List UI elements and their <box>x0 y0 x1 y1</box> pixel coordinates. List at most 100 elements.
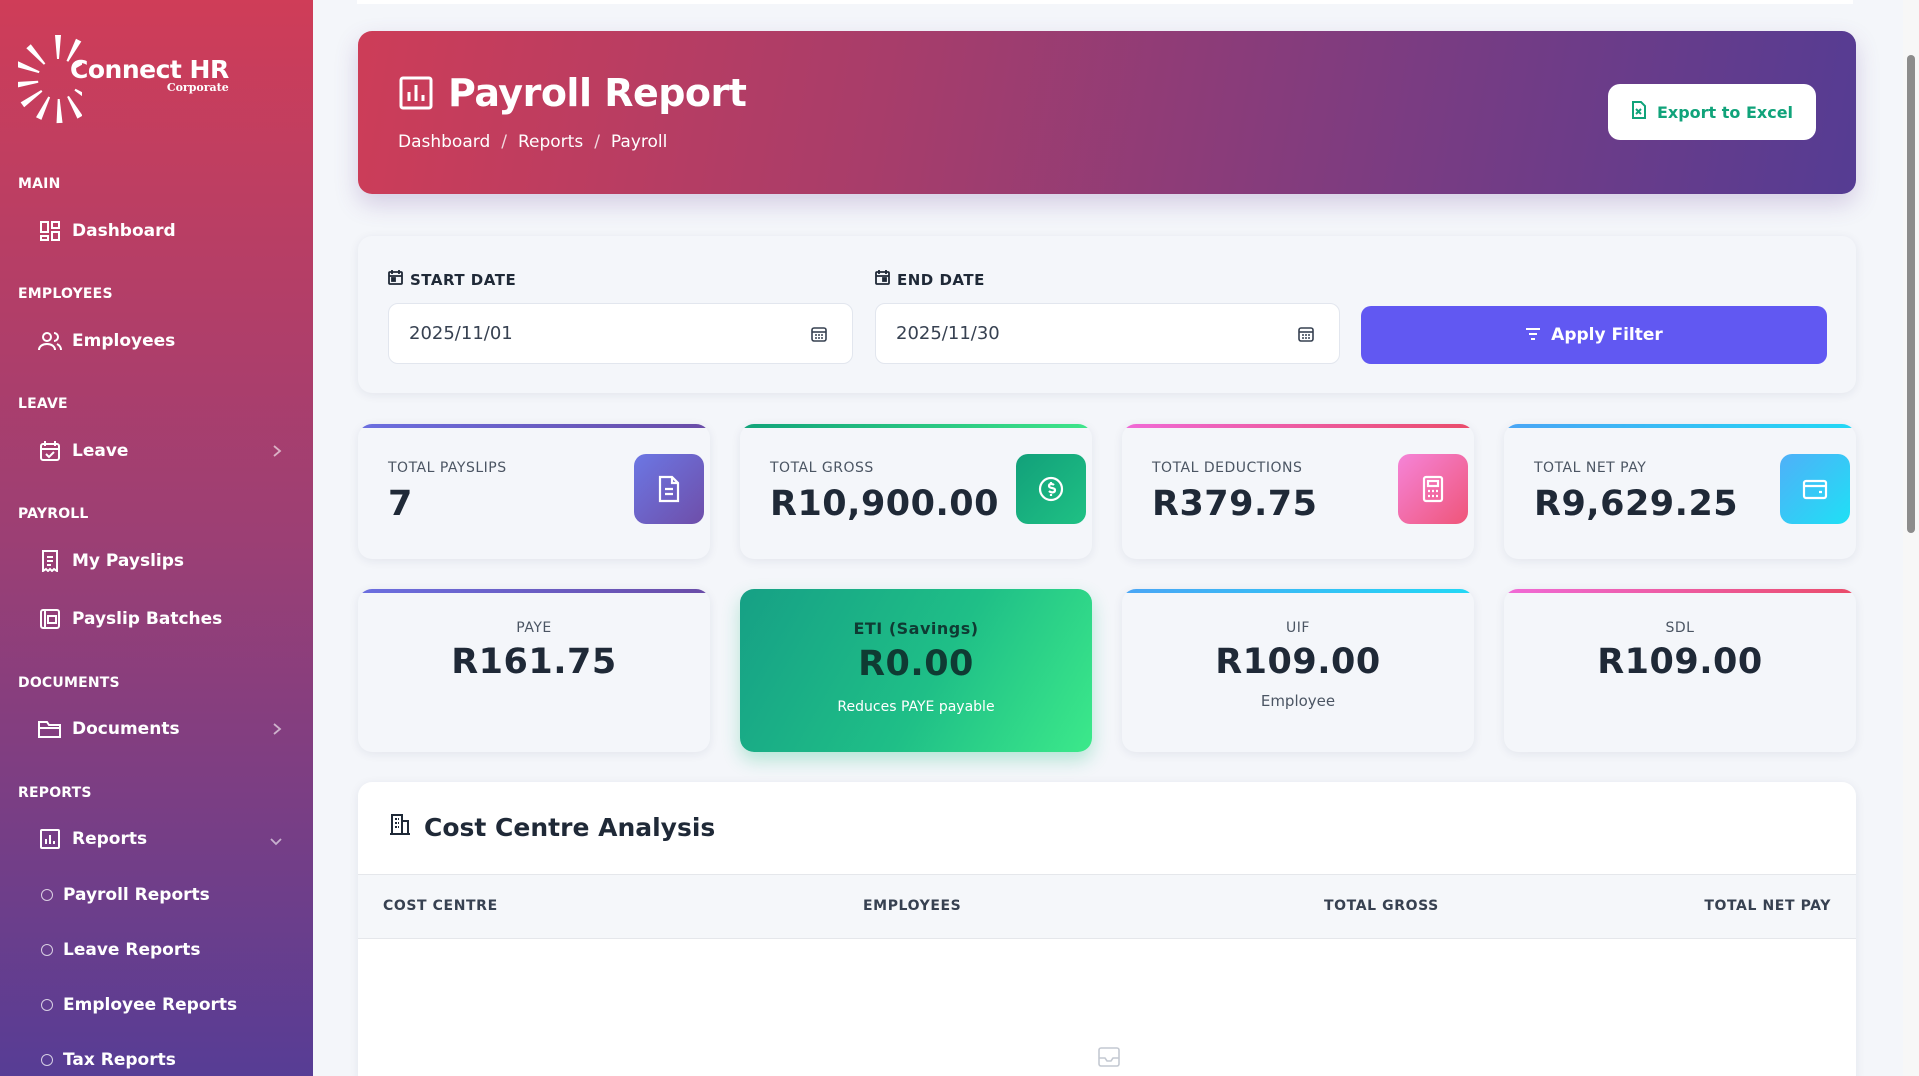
bar-chart-icon <box>398 75 434 111</box>
sidebar: Connect HR Corporate MAIN Dashboard EMPL… <box>0 0 313 1076</box>
table-header: COST CENTRE EMPLOYEES TOTAL GROSS TOTAL … <box>358 874 1856 939</box>
sidebar-subitem-tax-reports[interactable]: Tax Reports <box>41 1047 176 1073</box>
accent-bar <box>358 589 710 593</box>
bullet-icon <box>41 999 53 1011</box>
calendar-picker-icon[interactable] <box>810 325 828 348</box>
tax-value: R161.75 <box>451 642 617 682</box>
calculator-icon <box>1398 454 1468 524</box>
accent-bar <box>1504 424 1856 428</box>
chart-icon <box>38 827 62 851</box>
sidebar-item-label: Reports <box>72 829 148 849</box>
tax-label: PAYE <box>516 620 552 636</box>
chevron-down-icon <box>269 833 283 853</box>
end-date-label-text: END DATE <box>897 270 985 289</box>
sidebar-item-label: Employees <box>72 331 176 351</box>
section-documents: DOCUMENTS <box>18 675 120 691</box>
accent-bar <box>1504 589 1856 593</box>
sidebar-item-payslip-batches[interactable]: Payslip Batches <box>38 604 283 634</box>
tax-sdl: SDL R109.00 <box>1504 589 1856 752</box>
sidebar-item-leave[interactable]: Leave <box>38 436 283 466</box>
sidebar-item-label: Payslip Batches <box>72 609 223 629</box>
sidebar-subitem-label: Leave Reports <box>63 940 201 960</box>
stat-total-payslips: TOTAL PAYSLIPS 7 <box>358 424 710 559</box>
tax-eti: ETI (Savings) R0.00 Reduces PAYE payable <box>740 589 1092 752</box>
tax-sub: Employee <box>1260 692 1336 710</box>
breadcrumb-reports[interactable]: Reports <box>518 132 583 152</box>
stat-label: TOTAL GROSS <box>770 460 874 476</box>
calendar-check-icon <box>38 439 62 463</box>
tax-label: SDL <box>1665 620 1695 636</box>
sidebar-item-dashboard[interactable]: Dashboard <box>38 216 283 246</box>
accent-bar <box>740 424 1092 428</box>
end-date-label: END DATE <box>875 270 985 289</box>
start-date-label: START DATE <box>388 270 516 289</box>
calendar-picker-icon[interactable] <box>1297 325 1315 348</box>
sidebar-item-label: Leave <box>72 441 129 461</box>
cost-centre-title: Cost Centre Analysis <box>388 812 715 842</box>
tax-value: R109.00 <box>1597 642 1763 682</box>
stat-total-gross: TOTAL GROSS R10,900.00 <box>740 424 1092 559</box>
stat-total-net-pay: TOTAL NET PAY R9,629.25 <box>1504 424 1856 559</box>
start-date-value: 2025/11/01 <box>409 323 513 344</box>
sidebar-subitem-employee-reports[interactable]: Employee Reports <box>41 992 237 1018</box>
column-header[interactable]: TOTAL GROSS <box>1324 898 1439 914</box>
sidebar-subitem-payroll-reports[interactable]: Payroll Reports <box>41 882 210 908</box>
brand-logo[interactable]: Connect HR Corporate <box>14 30 229 124</box>
start-date-input[interactable]: 2025/11/01 <box>388 303 853 364</box>
sidebar-item-label: Documents <box>72 719 180 739</box>
breadcrumb-dashboard[interactable]: Dashboard <box>398 132 490 152</box>
column-header[interactable]: TOTAL NET PAY <box>1704 898 1831 914</box>
breadcrumb-payroll: Payroll <box>610 132 668 152</box>
sidebar-subitem-leave-reports[interactable]: Leave Reports <box>41 937 200 963</box>
wallet-icon <box>1780 454 1850 524</box>
stat-total-deductions: TOTAL DEDUCTIONS R379.75 <box>1122 424 1474 559</box>
scrollbar-thumb[interactable] <box>1907 55 1915 533</box>
stat-label: TOTAL NET PAY <box>1534 460 1647 476</box>
calendar-icon <box>875 270 890 289</box>
apply-filter-label: Apply Filter <box>1551 325 1663 345</box>
tax-uif: UIF R109.00 Employee <box>1122 589 1474 752</box>
stat-value: R379.75 <box>1152 484 1318 524</box>
page-header: Payroll Report Dashboard / Reports / Pay… <box>358 31 1856 194</box>
tax-label: ETI (Savings) <box>853 619 979 638</box>
accent-bar <box>1122 424 1474 428</box>
sidebar-subitem-label: Employee Reports <box>63 995 238 1015</box>
breadcrumb: Dashboard / Reports / Payroll <box>398 132 667 152</box>
accent-bar <box>1122 589 1474 593</box>
accent-bar <box>358 424 710 428</box>
main-content: Payroll Report Dashboard / Reports / Pay… <box>313 0 1903 1076</box>
users-icon <box>38 329 62 353</box>
export-label: Export to Excel <box>1656 102 1794 122</box>
stat-value: 7 <box>388 484 413 524</box>
brand-name: Connect HR <box>70 54 229 84</box>
sidebar-item-reports[interactable]: Reports <box>38 824 283 854</box>
column-header[interactable]: EMPLOYEES <box>863 898 961 914</box>
breadcrumb-separator: / <box>594 132 600 152</box>
filter-card: START DATE 2025/11/01 END DATE 2025/11/3… <box>358 236 1856 393</box>
page-title-text: Payroll Report <box>448 71 747 115</box>
page-title: Payroll Report <box>398 71 747 115</box>
sidebar-item-documents[interactable]: Documents <box>38 714 283 744</box>
cost-centre-card: Cost Centre Analysis COST CENTRE EMPLOYE… <box>358 782 1856 1076</box>
stat-label: TOTAL DEDUCTIONS <box>1152 460 1303 476</box>
end-date-input[interactable]: 2025/11/30 <box>875 303 1340 364</box>
filter-icon <box>1525 325 1541 345</box>
apply-filter-button[interactable]: Apply Filter <box>1361 306 1827 364</box>
sidebar-subitem-label: Tax Reports <box>63 1050 176 1070</box>
sidebar-subitem-label: Payroll Reports <box>63 885 210 905</box>
bullet-icon <box>41 944 53 956</box>
sidebar-item-employees[interactable]: Employees <box>38 326 283 356</box>
section-reports: REPORTS <box>18 785 92 801</box>
export-excel-button[interactable]: Export to Excel <box>1608 84 1816 140</box>
sidebar-item-label: My Payslips <box>72 551 185 571</box>
tax-sub: Reduces PAYE payable <box>837 699 995 715</box>
inbox-icon <box>1098 1047 1120 1071</box>
page-scrollbar[interactable] <box>1903 0 1919 1076</box>
logo-mark-icon <box>14 30 97 124</box>
column-header[interactable]: COST CENTRE <box>383 898 498 914</box>
document-icon <box>634 454 704 524</box>
sidebar-item-my-payslips[interactable]: My Payslips <box>38 546 283 576</box>
cost-centre-title-text: Cost Centre Analysis <box>424 812 716 842</box>
tax-value: R0.00 <box>858 644 974 684</box>
dollar-coin-icon <box>1016 454 1086 524</box>
